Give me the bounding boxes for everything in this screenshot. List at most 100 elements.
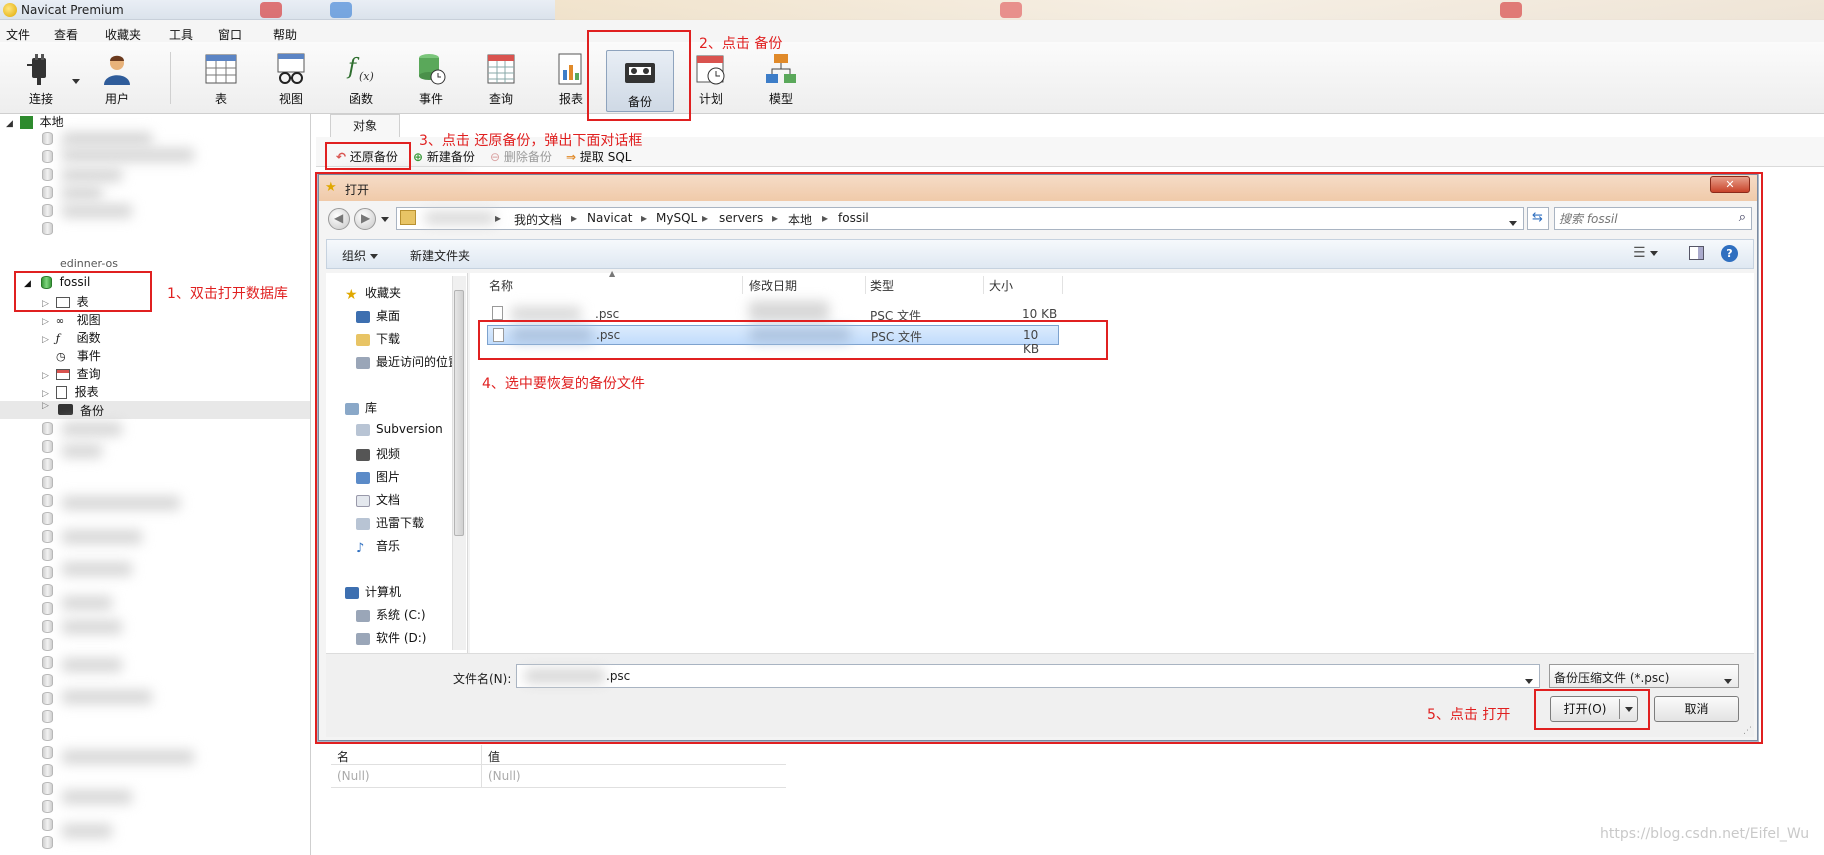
tab-objects[interactable]: 对象	[330, 114, 400, 137]
function-button[interactable]: f (x) 函数	[330, 48, 392, 108]
tree-db-blurred[interactable]	[42, 203, 53, 221]
menu-favorites[interactable]: 收藏夹	[105, 26, 141, 43]
tree-db-blurred[interactable]	[42, 817, 53, 835]
tree-db-blurred[interactable]	[42, 131, 53, 149]
extract-sql-button[interactable]: ⇒ 提取 SQL	[566, 148, 631, 165]
tree-db-blurred[interactable]	[42, 529, 53, 547]
menu-file[interactable]: 文件	[6, 26, 30, 43]
menu-help[interactable]: 帮助	[273, 26, 297, 43]
database-icon	[42, 728, 53, 741]
delete-backup-label: 删除备份	[503, 150, 552, 164]
collapse-triangle-icon: ▷	[42, 401, 49, 411]
table-icon	[205, 54, 237, 84]
tree-root-local[interactable]: ◢ 本地	[6, 113, 64, 131]
delete-backup-button[interactable]: ⊖ 删除备份	[490, 148, 552, 165]
connect-label: 连接	[28, 92, 53, 106]
collapse-triangle-icon: ▷	[42, 371, 49, 381]
tree-db-blurred[interactable]	[42, 457, 53, 475]
tree-db-blurred[interactable]	[42, 763, 53, 781]
database-icon	[42, 710, 53, 723]
connection-icon	[19, 116, 33, 129]
tree-db-blurred[interactable]	[42, 691, 53, 709]
extract-sql-label: 提取 SQL	[579, 150, 632, 164]
tree-db-blurred[interactable]	[42, 727, 53, 745]
tree-db-blurred[interactable]	[42, 511, 53, 529]
tree-db-blurred[interactable]	[42, 149, 53, 167]
menu-view[interactable]: 查看	[54, 26, 78, 43]
annotation-box-dialog	[315, 172, 1763, 744]
blurred-db-name	[62, 824, 112, 838]
function-label: 函数	[348, 92, 373, 106]
model-button[interactable]: 模型	[750, 48, 812, 108]
database-icon	[42, 204, 53, 217]
blurred-db-name	[62, 690, 152, 704]
database-icon	[42, 422, 53, 435]
tree-node-label: 查询	[76, 367, 101, 381]
tree-db-blurred[interactable]	[42, 655, 53, 673]
function-icon: f (x)	[346, 55, 374, 83]
blurred-db-name	[62, 168, 122, 182]
tree-db-blurred[interactable]	[42, 619, 53, 637]
model-label: 模型	[768, 92, 793, 106]
connect-dropdown[interactable]	[72, 74, 80, 88]
new-backup-button[interactable]: ⊕ 新建备份	[413, 148, 475, 165]
tree-db-blurred[interactable]	[42, 799, 53, 817]
database-icon	[42, 656, 53, 669]
menu-window[interactable]: 窗口	[218, 26, 242, 43]
query-button[interactable]: 查询	[470, 48, 532, 108]
tree-db-blurred[interactable]	[42, 185, 53, 203]
user-button[interactable]: 用户	[86, 48, 148, 108]
properties-col-name: 名	[337, 750, 350, 764]
view-glasses-icon	[277, 53, 305, 84]
tree-db-blurred[interactable]	[42, 439, 53, 457]
database-icon	[42, 692, 53, 705]
blurred-db-name	[62, 444, 102, 458]
view-glasses-icon: ∞	[55, 316, 65, 327]
tree-db-blurred[interactable]	[42, 493, 53, 511]
tree-db-blurred[interactable]	[42, 475, 53, 493]
database-icon	[42, 602, 53, 615]
blurred-db-name	[62, 204, 132, 218]
event-button[interactable]: 事件	[400, 48, 462, 108]
background-app-icon	[1000, 2, 1022, 18]
connect-button[interactable]: 连接	[10, 48, 72, 108]
tree-db-blurred[interactable]	[42, 565, 53, 583]
tree-db-blurred[interactable]	[42, 601, 53, 619]
event-icon	[419, 54, 446, 85]
tree-node-backup-selected[interactable]: ▷ 备份	[0, 401, 310, 419]
view-button[interactable]: 视图	[260, 48, 322, 108]
user-label: 用户	[104, 92, 129, 106]
tree-db-blurred[interactable]	[42, 583, 53, 601]
blurred-db-name	[62, 132, 152, 146]
collapse-triangle-icon: ▷	[42, 335, 49, 345]
blurred-db-name	[62, 658, 122, 672]
tree-db-blurred[interactable]	[42, 835, 53, 853]
tree-db-blurred[interactable]	[42, 745, 53, 763]
tree-node-label: 备份	[80, 404, 105, 418]
tree-db-blurred[interactable]	[42, 637, 53, 655]
database-icon	[42, 764, 53, 777]
tree-db-blurred[interactable]	[42, 547, 53, 565]
tree-db-blurred[interactable]	[42, 673, 53, 691]
minus-icon: ⊖	[490, 150, 501, 164]
tree-node-views[interactable]: ▷ ∞ 视图	[42, 311, 101, 329]
background-app-icon	[260, 2, 282, 18]
background-taskbar-strip	[555, 0, 1824, 20]
collapse-triangle-icon: ▷	[42, 317, 49, 327]
tree-db-blurred[interactable]	[42, 167, 53, 185]
tree-node-functions[interactable]: ▷ ƒ 函数	[42, 329, 101, 347]
blurred-db-name	[62, 530, 142, 544]
table-button[interactable]: 表	[190, 48, 252, 108]
tree-db-blurred[interactable]	[42, 709, 53, 727]
tree-db-blurred[interactable]	[42, 421, 53, 439]
tree-node-reports[interactable]: ▷ 报表	[42, 383, 99, 401]
tree-db-blurred[interactable]	[42, 221, 53, 239]
tree-node-queries[interactable]: ▷ 查询	[42, 365, 101, 383]
tree-node-events[interactable]: ◷ 事件	[56, 347, 101, 365]
tree-db-blurred[interactable]	[42, 781, 53, 799]
menu-tools[interactable]: 工具	[169, 26, 193, 43]
database-icon	[42, 584, 53, 597]
annotation-step-5: 5、点击 打开	[1427, 707, 1511, 723]
background-app-icon	[330, 2, 352, 18]
annotation-box-database	[14, 271, 152, 312]
